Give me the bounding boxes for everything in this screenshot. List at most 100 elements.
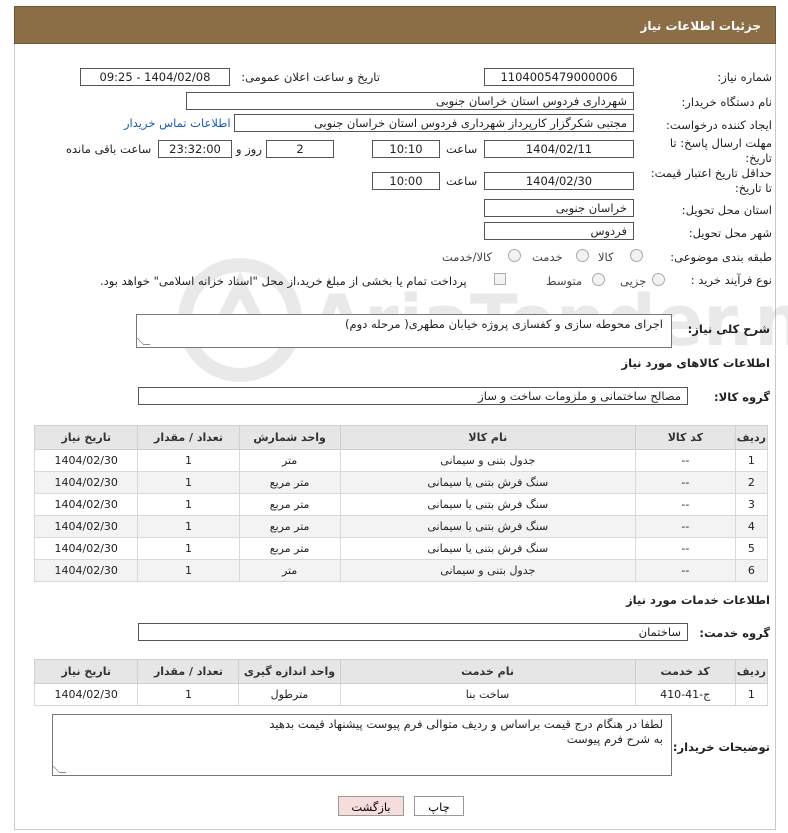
cell-name: ساخت بنا [339, 683, 636, 706]
col-qty: تعداد / مقدار [137, 425, 240, 450]
goods-table: ردیف کد کالا نام کالا واحد شمارش تعداد /… [33, 425, 769, 582]
page-title: جزئیات اطلاعات نیاز [640, 19, 761, 33]
resize-grip-icon[interactable] [136, 338, 151, 345]
cell-qty: 1 [137, 559, 240, 582]
category-option-goods: کالا [598, 250, 614, 264]
cell-date: 1404/02/30 [33, 559, 139, 582]
page-header: جزئیات اطلاعات نیاز [14, 6, 776, 44]
description-textarea[interactable]: اجرای محوطه سازی و کفسازی پروژه خیابان م… [136, 314, 672, 348]
col-qty: تعداد / مقدار [137, 659, 240, 684]
description-text: اجرای محوطه سازی و کفسازی پروژه خیابان م… [345, 317, 663, 331]
table-row: 1 -- جدول بتنی و سیمانی متر 1 1404/02/30 [33, 449, 769, 472]
category-label: طبقه بندی موضوعی: [670, 250, 772, 264]
col-row: ردیف [734, 659, 769, 684]
cell-unit: متر مربع [238, 493, 341, 516]
deadline-time-field: 10:10 [372, 140, 440, 158]
cell-row: 4 [734, 515, 769, 538]
cell-qty: 1 [137, 515, 240, 538]
buyer-notes-line-2: به شرح فرم پیوست [566, 732, 663, 746]
cell-row: 3 [734, 493, 769, 516]
category-option-service: خدمت [532, 250, 563, 264]
col-unit: واحد شمارش [238, 425, 341, 450]
col-name: نام کالا [339, 425, 636, 450]
cell-unit: متر مربع [238, 515, 341, 538]
days-label: روز و [236, 142, 262, 156]
table-row: 2 -- سنگ فرش بتنی یا سیمانی متر مربع 1 1… [33, 471, 769, 494]
cell-unit: مترطول [238, 683, 341, 706]
cell-unit: متر مربع [238, 537, 341, 560]
table-row: 6 -- جدول بتنی و سیمانی متر 1 1404/02/30 [33, 559, 769, 582]
col-date: تاریخ نیاز [33, 425, 139, 450]
cell-code: ج-41-410 [634, 683, 736, 706]
cell-code: -- [634, 515, 736, 538]
cell-row: 2 [734, 471, 769, 494]
services-group-field: ساختمان [138, 623, 688, 641]
announce-label: تاریخ و ساعت اعلان عمومی: [241, 70, 380, 84]
category-option-goods-service: کالا/خدمت [442, 250, 493, 264]
col-code: کد خدمت [634, 659, 736, 684]
province-label: استان محل تحویل: [681, 203, 772, 217]
cell-code: -- [634, 493, 736, 516]
process-radio-minor[interactable] [652, 273, 665, 286]
cell-unit: متر [238, 559, 341, 582]
category-radio-service[interactable] [576, 249, 589, 262]
deadline-label: مهلت ارسال پاسخ: تا تاریخ: [669, 136, 772, 165]
cell-code: -- [634, 449, 736, 472]
cell-date: 1404/02/30 [33, 493, 139, 516]
payment-note: پرداخت تمام یا بخشی از مبلغ خرید،از محل … [100, 274, 467, 288]
cell-name: جدول بتنی و سیمانی [339, 449, 636, 472]
cell-row: 5 [734, 537, 769, 560]
cell-row: 6 [734, 559, 769, 582]
col-code: کد کالا [634, 425, 736, 450]
creator-field: مجتبی شکرگزار کارپرداز شهرداری فردوس است… [234, 114, 634, 132]
category-radio-goods[interactable] [630, 249, 643, 262]
min-price-label: حداقل تاریخ اعتبار قیمت: تا تاریخ: [650, 166, 772, 195]
category-radio-goods-service[interactable] [508, 249, 521, 262]
goods-table-header: ردیف کد کالا نام کالا واحد شمارش تعداد /… [33, 425, 769, 450]
cell-row: 1 [734, 449, 769, 472]
resize-grip-icon[interactable] [52, 766, 67, 773]
buyer-field: شهرداری فردوس استان خراسان جنوبی [186, 92, 634, 110]
cell-date: 1404/02/30 [33, 683, 139, 706]
min-price-time-label: ساعت [446, 174, 478, 188]
treasury-payment-checkbox[interactable] [494, 273, 506, 285]
table-row: 5 -- سنگ فرش بتنی یا سیمانی متر مربع 1 1… [33, 537, 769, 560]
cell-name: سنگ فرش بتنی یا سیمانی [339, 515, 636, 538]
cell-unit: متر مربع [238, 471, 341, 494]
cell-qty: 1 [137, 449, 240, 472]
deadline-time-label: ساعت [446, 142, 478, 156]
need-number-label: شماره نیاز: [717, 70, 772, 84]
creator-label: ایجاد کننده درخواست: [666, 118, 772, 132]
services-group-label: گروه خدمت: [699, 626, 770, 640]
process-radio-medium[interactable] [592, 273, 605, 286]
cell-date: 1404/02/30 [33, 515, 139, 538]
print-button[interactable]: چاپ [414, 796, 464, 816]
cell-name: سنگ فرش بتنی یا سیمانی [339, 471, 636, 494]
cell-date: 1404/02/30 [33, 537, 139, 560]
city-label: شهر محل تحویل: [688, 226, 772, 240]
cell-name: سنگ فرش بتنی یا سیمانی [339, 537, 636, 560]
remaining-time-field: 23:32:00 [158, 140, 232, 158]
cell-name: سنگ فرش بتنی یا سیمانی [339, 493, 636, 516]
buyer-notes-line-1: لطفا در هنگام درج قیمت براساس و ردیف متو… [269, 717, 663, 731]
cell-qty: 1 [137, 493, 240, 516]
min-price-date-field: 1404/02/30 [484, 172, 634, 190]
need-number-field: 1104005479000006 [484, 68, 634, 86]
city-field: فردوس [484, 222, 634, 240]
min-price-time-field: 10:00 [372, 172, 440, 190]
process-label: نوع فرآیند خرید : [690, 273, 772, 287]
services-table-header: ردیف کد خدمت نام خدمت واحد اندازه گیری ت… [33, 659, 769, 684]
cell-qty: 1 [137, 683, 240, 706]
goods-section-title: اطلاعات کالاهای مورد نیاز [621, 356, 770, 370]
back-button[interactable]: بازگشت [338, 796, 404, 816]
days-field: 2 [266, 140, 334, 158]
col-date: تاریخ نیاز [33, 659, 139, 684]
table-row: 4 -- سنگ فرش بتنی یا سیمانی متر مربع 1 1… [33, 515, 769, 538]
cell-unit: متر [238, 449, 341, 472]
buyer-contact-link[interactable]: اطلاعات تماس خریدار [124, 116, 231, 130]
cell-qty: 1 [137, 537, 240, 560]
table-row: 3 -- سنگ فرش بتنی یا سیمانی متر مربع 1 1… [33, 493, 769, 516]
table-row: 1 ج-41-410 ساخت بنا مترطول 1 1404/02/30 [33, 683, 769, 706]
cell-qty: 1 [137, 471, 240, 494]
buyer-notes-textarea[interactable]: لطفا در هنگام درج قیمت براساس و ردیف متو… [52, 714, 672, 776]
